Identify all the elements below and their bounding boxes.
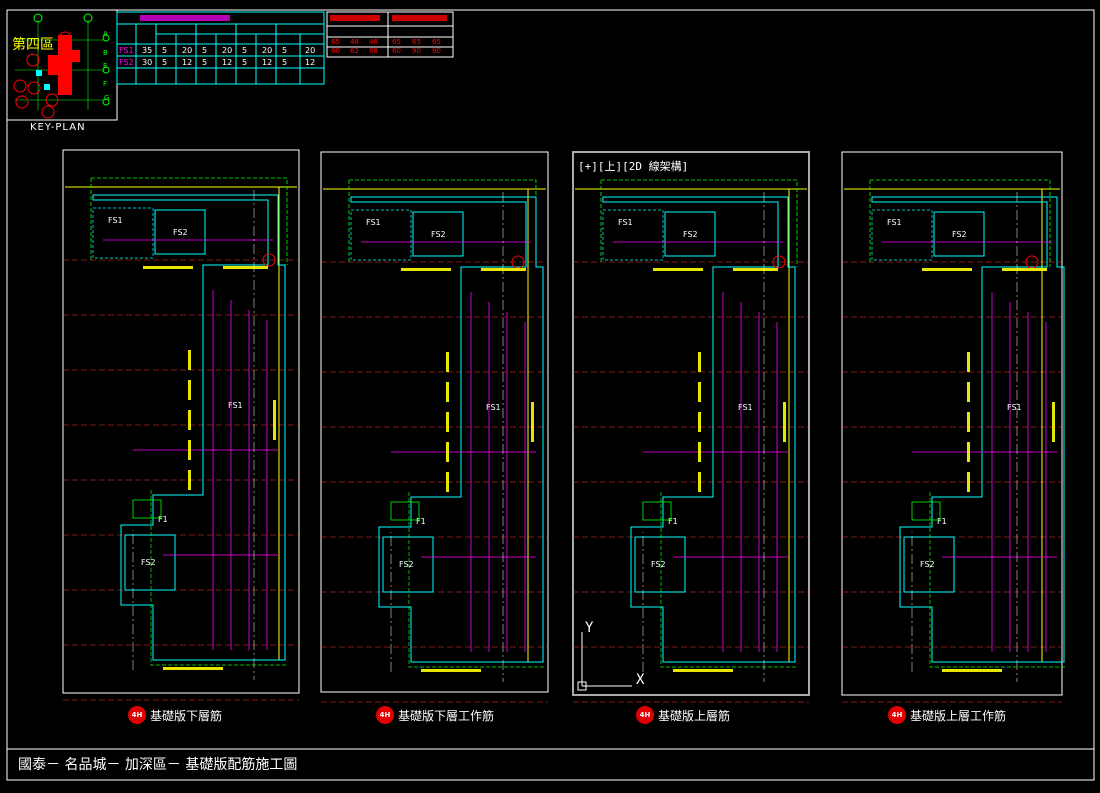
table-cell: 65 xyxy=(331,38,340,46)
caption-tag-icon: 4H xyxy=(376,706,394,724)
svg-text:Y: Y xyxy=(585,620,594,636)
table-cell: B xyxy=(103,49,108,57)
room-label: FS2 xyxy=(399,560,414,569)
table-cell: 62 xyxy=(350,47,359,55)
viewport-label[interactable]: [+][上][2D 線架構] xyxy=(578,158,688,174)
table-cell: 12 xyxy=(262,58,273,67)
table-cell: G xyxy=(104,94,110,102)
key-plan xyxy=(6,9,118,121)
drawing-panel-4[interactable]: FS1 FS2 FS1 F1 FS2 xyxy=(841,151,1067,703)
table-cell: FS2 xyxy=(119,58,134,67)
table-cell: 65 xyxy=(412,38,421,46)
room-label: FS2 xyxy=(920,560,935,569)
table-cell: 65 xyxy=(392,38,401,46)
caption-tag-icon: 4H xyxy=(128,706,146,724)
table-cell: 90 xyxy=(432,47,441,55)
table-cell: 68 xyxy=(369,47,378,55)
caption-text: 基礎版上層筋 xyxy=(658,708,731,723)
table-cell: 48 xyxy=(350,38,359,46)
caption-tag-icon: 4H xyxy=(888,706,906,724)
svg-text:X: X xyxy=(636,672,645,688)
drawing-title: 國泰－ 名品城－ 加深區－ 基礎版配筋施工圖 xyxy=(18,757,298,773)
panel-caption-1: 4H 基礎版下層筋 xyxy=(128,706,222,724)
table-cell: 5 xyxy=(162,58,168,67)
room-label: F1 xyxy=(158,515,168,524)
table-cell: 5 xyxy=(242,58,248,67)
table-cell: A xyxy=(103,30,108,38)
room-label: FS1 xyxy=(108,216,123,225)
table-cell: 5 xyxy=(282,58,288,67)
room-label: FS1 xyxy=(366,218,381,227)
table-cell: FS1 xyxy=(119,46,134,55)
room-label: FS2 xyxy=(173,228,188,237)
table-cell: E xyxy=(103,62,108,70)
table-cell: F xyxy=(103,80,108,88)
table-cell: 65 xyxy=(432,38,441,46)
room-label: FS1 xyxy=(486,403,501,412)
cad-drawing-canvas[interactable]: FS1FS2FS1F1FS2FS1FS2FS1F1FS2FS1FS2FS1F1F… xyxy=(0,0,1100,793)
table-cell: 60 xyxy=(392,47,401,55)
key-plan-area-label: 第四區 xyxy=(12,37,54,53)
drawing-panel-1[interactable]: FS1 FS2 FS1 F1 FS2 xyxy=(62,149,300,701)
table-cell: 90 xyxy=(412,47,421,55)
table-cell: 20 xyxy=(222,46,233,55)
table-cell: 20 xyxy=(182,46,193,55)
room-label: F1 xyxy=(416,517,426,526)
caption-text: 基礎版下層筋 xyxy=(150,708,223,723)
caption-text: 基礎版下層工作筋 xyxy=(398,708,495,723)
table-cell: 5 xyxy=(162,46,168,55)
caption-tag-icon: 4H xyxy=(636,706,654,724)
room-label: FS2 xyxy=(952,230,967,239)
table-cell: 30 xyxy=(142,58,153,67)
panel-caption-3: 4H 基礎版上層筋 xyxy=(636,706,730,724)
room-label: FS2 xyxy=(651,560,666,569)
ucs-icon: Y X xyxy=(577,620,645,691)
room-label: F1 xyxy=(937,517,947,526)
table-cell: 5 xyxy=(282,46,288,55)
table-cell: 12 xyxy=(222,58,233,67)
table-cell: 48 xyxy=(369,38,378,46)
room-label: FS2 xyxy=(683,230,698,239)
room-label: F1 xyxy=(668,517,678,526)
room-label: FS1 xyxy=(887,218,902,227)
room-label: FS1 xyxy=(1007,403,1022,412)
caption-text: 基礎版上層工作筋 xyxy=(910,708,1007,723)
outer-frame xyxy=(6,9,1095,781)
table-cell: 35 xyxy=(142,46,153,55)
table-cell: 5 xyxy=(242,46,248,55)
room-label: FS1 xyxy=(618,218,633,227)
room-label: FS2 xyxy=(431,230,446,239)
table-cell: 20 xyxy=(262,46,273,55)
panel-caption-4: 4H 基礎版上層工作筋 xyxy=(888,706,1006,724)
table-cell: 5 xyxy=(202,46,208,55)
panel-caption-2: 4H 基礎版下層工作筋 xyxy=(376,706,494,724)
key-plan-label: KEY-PLAN xyxy=(30,122,86,133)
table-cell: 12 xyxy=(182,58,193,67)
drawing-panel-3[interactable]: FS1 FS2 FS1 F1 FS2 xyxy=(572,151,810,703)
room-label: FS1 xyxy=(738,403,753,412)
room-label: FS1 xyxy=(228,401,243,410)
table-cell: 60 xyxy=(331,47,340,55)
table-cell: 12 xyxy=(305,58,316,67)
room-label: FS2 xyxy=(141,558,156,567)
drawing-panel-2[interactable]: FS1 FS2 FS1 F1 FS2 xyxy=(320,151,549,703)
table-cell: 20 xyxy=(305,46,316,55)
table-cell: 5 xyxy=(202,58,208,67)
